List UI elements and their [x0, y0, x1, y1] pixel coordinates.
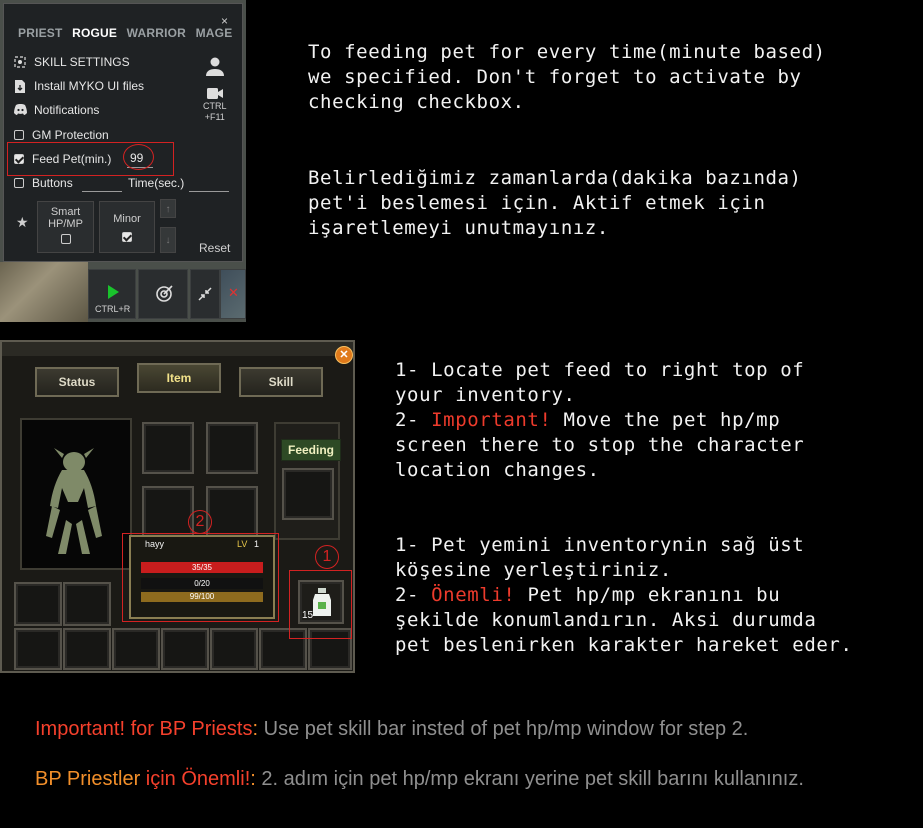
tr-step-2-prefix: 2- — [395, 584, 432, 606]
discord-icon — [14, 104, 27, 116]
inventory-close-icon[interactable]: ✕ — [335, 346, 353, 364]
game-background — [0, 262, 88, 322]
feeding-button[interactable]: Feeding — [281, 439, 341, 461]
file-download-icon — [14, 80, 26, 93]
crosshair-icon — [156, 285, 173, 302]
tab-mage[interactable]: MAGE — [196, 26, 233, 40]
tr-step-1: 1- Pet yemini inventorynin sağ üst köşes… — [395, 534, 805, 581]
buttons-label: Buttons — [32, 176, 73, 190]
inventory-slot[interactable] — [142, 486, 194, 538]
play-button[interactable]: CTRL+R — [88, 269, 136, 319]
skill-settings-screenshot: PRIEST ROGUE WARRIOR MAGE × SKILL SETTIN… — [0, 0, 246, 322]
tr-step-2-important: Önemli! — [431, 584, 516, 606]
install-myko-label: Install MYKO UI files — [34, 79, 145, 93]
close-red-icon: ✕ — [228, 285, 239, 300]
time-input-underline[interactable] — [189, 191, 229, 192]
buttons-checkbox[interactable] — [14, 178, 24, 188]
bp-priest-note-en: Important! for BP Priests: Use pet skill… — [35, 718, 748, 741]
gm-protection-checkbox[interactable] — [14, 130, 24, 140]
character-preview — [20, 418, 132, 570]
tab-status[interactable]: Status — [35, 367, 119, 397]
tab-priest[interactable]: PRIEST — [18, 26, 63, 40]
close-icon[interactable]: × — [221, 14, 228, 28]
inventory-slot[interactable] — [14, 628, 62, 670]
play-icon — [108, 285, 119, 299]
hpmp-label: HP/MP — [48, 218, 83, 230]
bp-priest-note-tr: BP Priestler için Önemli!: 2. adım için … — [35, 768, 804, 791]
inventory-titlebar — [2, 342, 353, 356]
collapse-icon — [198, 287, 212, 301]
en-step-1: 1- Locate pet feed to right top of your … — [395, 359, 805, 406]
inventory-slot[interactable] — [142, 422, 194, 474]
note-tr-bp: BP Priestler — [35, 768, 146, 790]
en-step-2-important: Important! — [431, 409, 552, 431]
inventory-slot[interactable] — [14, 582, 62, 626]
skill-settings-label: SKILL SETTINGS — [34, 55, 130, 69]
note-en-important: Important! for BP Priests — [35, 718, 253, 740]
gm-protection-label: GM Protection — [32, 128, 109, 142]
step-instructions-en: 1- Locate pet feed to right top of your … — [395, 358, 804, 483]
inventory-slot[interactable] — [161, 628, 209, 670]
buttons-row[interactable]: Buttons — [14, 176, 73, 190]
arrow-up-button[interactable]: ↑ — [160, 199, 176, 218]
inventory-slot[interactable] — [63, 628, 111, 670]
feed-pet-value-circle — [123, 144, 154, 170]
tab-item[interactable]: Item — [137, 363, 221, 393]
user-icon[interactable] — [206, 57, 224, 77]
smart-hpmp-box[interactable]: Smart HP/MP — [37, 201, 94, 253]
f11-label: +F11 — [204, 112, 225, 122]
pet-creature-image — [46, 448, 102, 554]
step-instructions-tr: 1- Pet yemini inventorynin sağ üst köşes… — [395, 533, 852, 658]
gm-protection-row[interactable]: GM Protection — [14, 128, 109, 142]
install-myko-row[interactable]: Install MYKO UI files — [14, 79, 144, 93]
inventory-slot[interactable] — [210, 628, 258, 670]
inventory-window: ✕ Status Item Skill Feeding hayy LV 1 35 — [0, 340, 355, 673]
tab-warrior[interactable]: WARRIOR — [127, 26, 186, 40]
feed-pet-description-tr: Belirlediğimiz zamanlarda(dakika bazında… — [308, 167, 802, 239]
note-tr-text: 2. adım için pet hp/mp ekranı yerine pet… — [255, 768, 804, 790]
camera-icon[interactable] — [207, 86, 223, 99]
ctrl-label: CTRL — [203, 101, 227, 111]
inventory-slot[interactable] — [112, 628, 160, 670]
time-label: Time(sec.) — [128, 176, 185, 190]
notifications-label: Notifications — [34, 103, 100, 117]
buttons-input-underline[interactable] — [82, 191, 122, 192]
inventory-slot[interactable] — [63, 582, 111, 626]
minor-label: Minor — [113, 213, 141, 225]
note-tr-important: için Önemli! — [145, 768, 251, 790]
reset-button[interactable]: Reset — [199, 241, 230, 255]
inventory-slot[interactable] — [206, 486, 258, 538]
step-1-marker: 1 — [315, 545, 339, 569]
close-toolbar-button[interactable]: ✕ — [220, 269, 246, 319]
notifications-row[interactable]: Notifications — [14, 103, 99, 117]
tab-skill[interactable]: Skill — [239, 367, 323, 397]
minor-checkbox[interactable] — [122, 232, 132, 242]
tab-rogue[interactable]: ROGUE — [72, 26, 117, 40]
play-shortcut-label: CTRL+R — [95, 304, 131, 314]
ctrl-f11-hint: CTRL +F11 — [203, 101, 227, 123]
pet-window-highlight — [122, 533, 279, 622]
star-icon: ★ — [16, 214, 29, 230]
feeding-slot[interactable] — [282, 468, 334, 520]
note-en-text: Use pet skill bar insted of pet hp/mp wi… — [258, 718, 749, 740]
step-2-marker: 2 — [188, 510, 212, 534]
minor-box[interactable]: Minor — [99, 201, 155, 253]
smart-label: Smart — [50, 206, 81, 218]
target-button[interactable] — [138, 269, 188, 319]
inventory-slot[interactable] — [206, 422, 258, 474]
smart-hpmp-checkbox[interactable] — [60, 234, 71, 244]
skill-settings-row[interactable]: SKILL SETTINGS — [14, 55, 130, 69]
arrow-down-button[interactable]: ↓ — [160, 227, 176, 253]
feed-pet-description-en: To feeding pet for every time(minute bas… — [308, 41, 826, 113]
class-tabs: PRIEST ROGUE WARRIOR MAGE — [18, 26, 238, 40]
en-step-2-prefix: 2- — [395, 409, 432, 431]
collapse-button[interactable] — [190, 269, 220, 319]
pet-food-highlight — [289, 570, 352, 639]
target-icon — [14, 56, 26, 68]
